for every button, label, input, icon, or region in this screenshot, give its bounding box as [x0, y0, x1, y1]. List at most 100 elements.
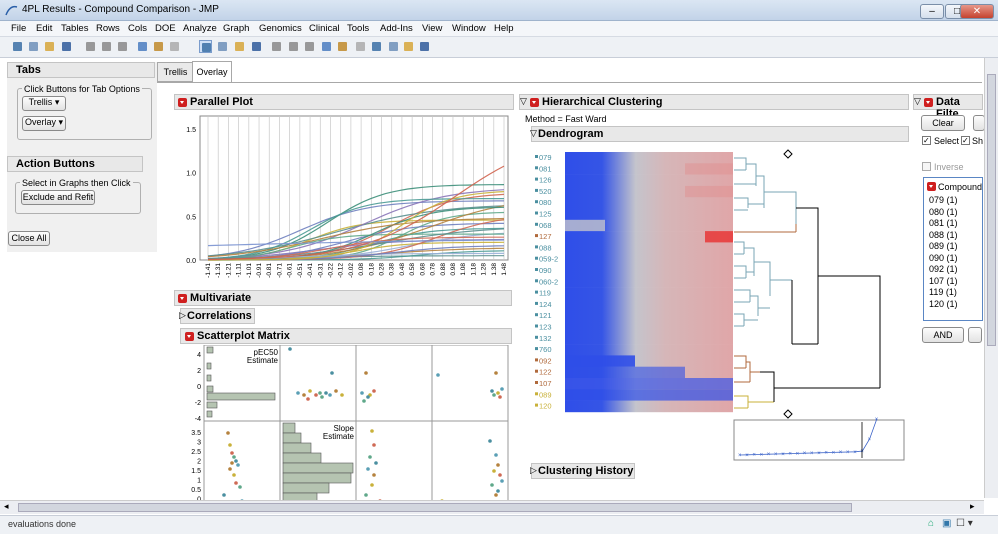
overlay-dropdown-button[interactable]: Overlay ▾: [22, 116, 66, 131]
and-button[interactable]: AND: [922, 327, 964, 343]
scatter-point[interactable]: [364, 371, 368, 375]
disclosure-closed-icon[interactable]: ▷: [179, 310, 186, 321]
row-label[interactable]: 127: [539, 232, 552, 241]
hand-icon[interactable]: [287, 40, 300, 53]
inverse-checkbox[interactable]: [922, 162, 931, 171]
scatter-point[interactable]: [228, 443, 232, 447]
scatter-point[interactable]: [228, 467, 232, 471]
filter-list-item[interactable]: 119 (1): [929, 287, 957, 297]
heatmap[interactable]: [565, 152, 733, 413]
vertical-scroll-thumb[interactable]: [987, 74, 996, 346]
heatmap-row[interactable]: [565, 265, 733, 277]
menu-window[interactable]: Window: [452, 23, 486, 34]
scatter-point[interactable]: [370, 429, 374, 433]
scatter-point[interactable]: [306, 397, 310, 401]
print-icon[interactable]: [136, 40, 149, 53]
row-label[interactable]: 107: [539, 379, 552, 388]
disclosure-open-icon[interactable]: ▽: [530, 128, 537, 139]
scatter-point[interactable]: [222, 493, 226, 497]
scatter-point[interactable]: [364, 493, 368, 497]
scatter-point[interactable]: [234, 459, 238, 463]
scatter-point[interactable]: [362, 399, 366, 403]
scatter-point[interactable]: [500, 387, 504, 391]
menu-edit[interactable]: Edit: [36, 23, 52, 34]
menu-genomics[interactable]: Genomics: [259, 23, 302, 34]
close-button[interactable]: ✕: [960, 4, 994, 19]
scatter-point[interactable]: [498, 395, 502, 399]
row-label[interactable]: 079: [539, 153, 552, 162]
menu-cols[interactable]: Cols: [128, 23, 147, 34]
scatter-point[interactable]: [320, 395, 324, 399]
scatter-point[interactable]: [494, 371, 498, 375]
filter-list-item[interactable]: 079 (1): [929, 195, 958, 205]
scatter-point[interactable]: [436, 373, 440, 377]
home-icon[interactable]: ⌂: [928, 518, 934, 529]
scatter-point[interactable]: [494, 493, 498, 497]
scatter-point[interactable]: [226, 431, 230, 435]
scatter-point[interactable]: [236, 463, 240, 467]
minimize-button[interactable]: –: [920, 4, 944, 19]
or-button-clipped[interactable]: [968, 327, 982, 343]
row-label[interactable]: 520: [539, 187, 552, 196]
row-label[interactable]: 080: [539, 198, 552, 207]
red-triangle-menu-icon[interactable]: [924, 98, 933, 107]
scatter-point[interactable]: [496, 391, 500, 395]
scatter-point[interactable]: [302, 393, 306, 397]
scatter-point[interactable]: [314, 393, 318, 397]
filter-list-item[interactable]: 090 (1): [929, 253, 958, 263]
heatmap-row[interactable]: [565, 298, 733, 311]
scatter-point[interactable]: [328, 393, 332, 397]
menu-analyze[interactable]: Analyze: [183, 23, 217, 34]
scatter-point[interactable]: [492, 469, 496, 473]
scatter-point[interactable]: [498, 473, 502, 477]
scatter-point[interactable]: [496, 489, 500, 493]
filter-list-item[interactable]: 089 (1): [929, 241, 958, 251]
filter-list-item[interactable]: 092 (1): [929, 264, 958, 274]
scatter-point[interactable]: [334, 389, 338, 393]
red-triangle-menu-icon[interactable]: [178, 294, 187, 303]
new-script-icon[interactable]: [27, 40, 40, 53]
bar-icon[interactable]: [418, 40, 431, 53]
ellipse-icon[interactable]: [402, 40, 415, 53]
row-label[interactable]: 068: [539, 221, 552, 230]
filter-list-item[interactable]: 081 (1): [929, 218, 958, 228]
red-triangle-menu-icon[interactable]: [530, 98, 539, 107]
help-icon[interactable]: [216, 40, 229, 53]
scatter-point[interactable]: [374, 461, 378, 465]
disclosure-open-icon[interactable]: ▽: [520, 96, 527, 107]
scatter-point[interactable]: [494, 453, 498, 457]
menu-view[interactable]: View: [422, 23, 442, 34]
heatmap-row[interactable]: [565, 174, 733, 187]
line-annotation-icon[interactable]: [370, 40, 383, 53]
scatter-point[interactable]: [372, 473, 376, 477]
row-label[interactable]: 119: [539, 289, 551, 298]
filter-list-item[interactable]: 107 (1): [929, 276, 958, 286]
menu-clinical[interactable]: Clinical: [309, 23, 340, 34]
scatter-point[interactable]: [330, 371, 334, 375]
row-label[interactable]: 090: [539, 266, 552, 275]
lasso-select-icon[interactable]: [303, 40, 316, 53]
crosshair-icon[interactable]: [233, 40, 246, 53]
heatmap-row[interactable]: [565, 276, 733, 288]
row-label[interactable]: 125: [539, 210, 552, 219]
heatmap-row[interactable]: [565, 197, 733, 209]
open-icon[interactable]: [43, 40, 56, 53]
scatter-point[interactable]: [490, 389, 494, 393]
scatter-point[interactable]: [366, 467, 370, 471]
paste-icon[interactable]: [116, 40, 129, 53]
scatter-point[interactable]: [296, 391, 300, 395]
disclosure-closed-icon[interactable]: ▷: [530, 465, 537, 476]
menu-addins[interactable]: Add-Ins: [380, 23, 413, 34]
scatter-point[interactable]: [238, 485, 242, 489]
red-triangle-menu-icon[interactable]: [178, 98, 187, 107]
save-icon[interactable]: [60, 40, 73, 53]
show-checkbox[interactable]: ✓: [961, 136, 970, 145]
new-table-icon[interactable]: [11, 40, 24, 53]
scatter-point[interactable]: [372, 443, 376, 447]
heatmap-row[interactable]: [565, 287, 733, 300]
heatmap-row[interactable]: [565, 242, 733, 254]
row-label[interactable]: 089: [539, 390, 552, 399]
row-label[interactable]: 121: [539, 311, 552, 320]
menu-doe[interactable]: DOE: [155, 23, 176, 34]
row-label[interactable]: 126: [539, 176, 552, 185]
